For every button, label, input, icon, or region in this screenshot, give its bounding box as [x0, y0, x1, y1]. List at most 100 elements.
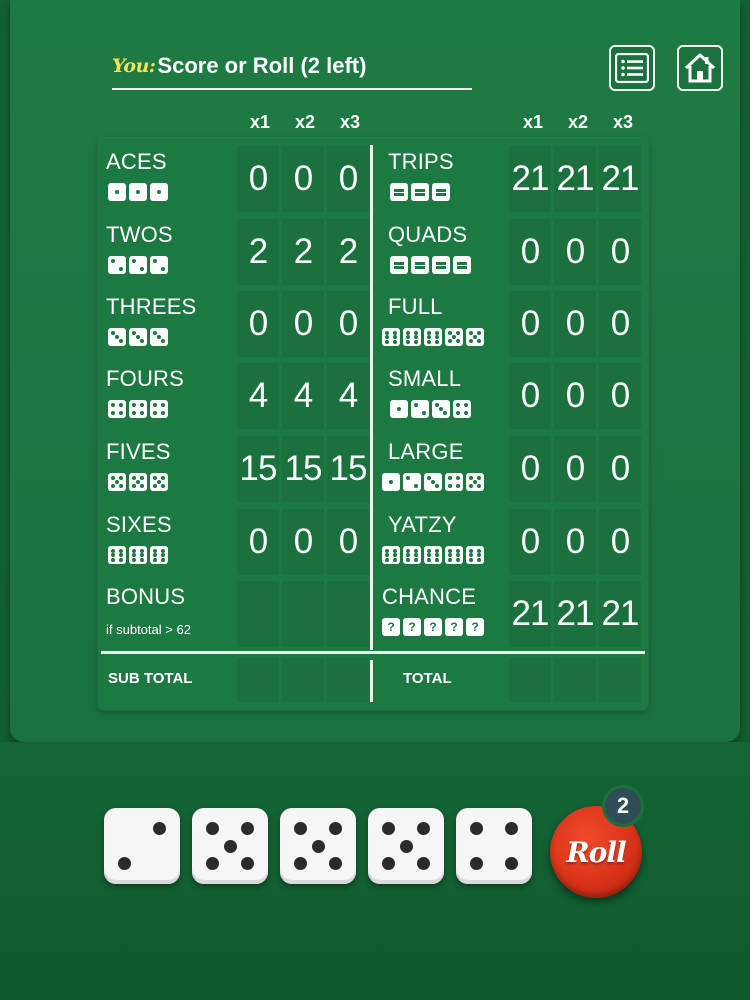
score-cell-yatzy-x3[interactable]: 0	[599, 509, 641, 575]
score-cell-fours-x2[interactable]: 4	[282, 363, 324, 429]
mini-die-icon	[150, 183, 168, 201]
score-cell-trips-x1[interactable]: 21	[509, 146, 551, 212]
mini-die-icon	[129, 546, 147, 564]
score-cell-large-x2[interactable]: 0	[554, 436, 596, 502]
row-label-small: SMALL	[388, 366, 462, 391]
score-cell-aces-x1[interactable]: 0	[237, 146, 279, 212]
score-cell-fives-x3[interactable]: 15	[327, 436, 369, 502]
score-cell-quads-x1[interactable]: 0	[509, 219, 551, 285]
score-cell-aces-x2[interactable]: 0	[282, 146, 324, 212]
category-dice-sixes	[108, 546, 168, 564]
mini-die-icon	[129, 473, 147, 491]
die-2[interactable]	[192, 808, 268, 884]
row-label-chance: CHANCE	[382, 584, 477, 609]
die-3[interactable]	[280, 808, 356, 884]
score-cell-fives-x2[interactable]: 15	[282, 436, 324, 502]
score-cell-threes-x1[interactable]: 0	[237, 291, 279, 357]
row-label-aces: ACES	[106, 149, 167, 174]
score-cell-threes-x2[interactable]: 0	[282, 291, 324, 357]
row-label-large: LARGE	[388, 439, 464, 464]
column-header-x3-right: x3	[612, 112, 634, 132]
menu-button[interactable]	[609, 45, 655, 91]
category-dice-chance: ?????	[382, 618, 484, 636]
score-cell-chance-x1[interactable]: 21	[509, 581, 551, 647]
category-dice-quads	[390, 256, 471, 274]
mini-die-icon	[108, 546, 126, 564]
score-cell-bonus-x2[interactable]	[282, 581, 324, 647]
roll-label: Roll	[566, 835, 626, 869]
mini-die-icon	[129, 328, 147, 346]
category-dice-large	[382, 473, 484, 491]
mini-die-icon	[150, 546, 168, 564]
score-cell-sixes-x1[interactable]: 0	[237, 509, 279, 575]
total-cell-x1	[509, 658, 551, 702]
totals-separator	[101, 651, 645, 654]
score-cell-bonus-x3[interactable]	[327, 581, 369, 647]
score-cell-threes-x3[interactable]: 0	[327, 291, 369, 357]
score-cell-small-x2[interactable]: 0	[554, 363, 596, 429]
mini-die-icon	[466, 473, 484, 491]
mini-die-icon	[411, 256, 429, 274]
row-label-yatzy: YATZY	[388, 512, 457, 537]
sub-total-cell-x1	[237, 658, 279, 702]
bonus-hint: if subtotal > 62	[106, 622, 191, 637]
score-cell-sixes-x2[interactable]: 0	[282, 509, 324, 575]
mini-die-icon	[150, 473, 168, 491]
home-icon	[684, 53, 716, 83]
row-label-twos: TWOS	[106, 222, 173, 247]
score-cell-large-x1[interactable]: 0	[509, 436, 551, 502]
mini-die-icon	[466, 546, 484, 564]
score-cell-fours-x1[interactable]: 4	[237, 363, 279, 429]
score-cell-twos-x1[interactable]: 2	[237, 219, 279, 285]
sub-total-label: SUB TOTAL	[108, 670, 193, 687]
mini-die-icon	[424, 546, 442, 564]
score-cell-full-x2[interactable]: 0	[554, 291, 596, 357]
score-cell-yatzy-x1[interactable]: 0	[509, 509, 551, 575]
score-cell-small-x3[interactable]: 0	[599, 363, 641, 429]
score-cell-large-x3[interactable]: 0	[599, 436, 641, 502]
mini-die-icon	[424, 328, 442, 346]
score-cell-sixes-x3[interactable]: 0	[327, 509, 369, 575]
score-card-divider	[370, 145, 373, 650]
score-cell-quads-x3[interactable]: 0	[599, 219, 641, 285]
score-cell-trips-x3[interactable]: 21	[599, 146, 641, 212]
total-cell-x3	[599, 658, 641, 702]
sub-total-cell-x3	[327, 658, 369, 702]
mini-die-icon	[411, 400, 429, 418]
score-cell-bonus-x1[interactable]	[237, 581, 279, 647]
score-cell-full-x3[interactable]: 0	[599, 291, 641, 357]
score-cell-small-x1[interactable]: 0	[509, 363, 551, 429]
mini-die-icon	[424, 473, 442, 491]
row-label-fours: FOURS	[106, 366, 184, 391]
category-dice-fours	[108, 400, 168, 418]
mini-die-icon	[108, 256, 126, 274]
score-cell-twos-x2[interactable]: 2	[282, 219, 324, 285]
total-label: TOTAL	[403, 670, 452, 687]
score-cell-aces-x3[interactable]: 0	[327, 146, 369, 212]
row-label-threes: THREES	[106, 294, 197, 319]
score-cell-chance-x2[interactable]: 21	[554, 581, 596, 647]
mini-die-icon	[432, 400, 450, 418]
home-button[interactable]	[677, 45, 723, 91]
score-cell-trips-x2[interactable]: 21	[554, 146, 596, 212]
die-5[interactable]	[456, 808, 532, 884]
die-1[interactable]	[104, 808, 180, 884]
mini-die-icon	[382, 473, 400, 491]
status-bar: You: Score or Roll (2 left)	[112, 44, 472, 90]
score-cell-chance-x3[interactable]: 21	[599, 581, 641, 647]
score-cell-yatzy-x2[interactable]: 0	[554, 509, 596, 575]
category-dice-aces	[108, 183, 168, 201]
score-cell-full-x1[interactable]: 0	[509, 291, 551, 357]
mini-die-icon: ?	[445, 618, 463, 636]
mini-die-icon	[382, 546, 400, 564]
row-label-bonus: BONUS	[106, 584, 186, 609]
status-text: Score or Roll (2 left)	[157, 53, 367, 78]
mini-die-icon	[129, 183, 147, 201]
score-cell-quads-x2[interactable]: 0	[554, 219, 596, 285]
category-dice-twos	[108, 256, 168, 274]
die-4[interactable]	[368, 808, 444, 884]
score-cell-fives-x1[interactable]: 15	[237, 436, 279, 502]
list-icon	[615, 53, 649, 83]
score-cell-fours-x3[interactable]: 4	[327, 363, 369, 429]
score-cell-twos-x3[interactable]: 2	[327, 219, 369, 285]
